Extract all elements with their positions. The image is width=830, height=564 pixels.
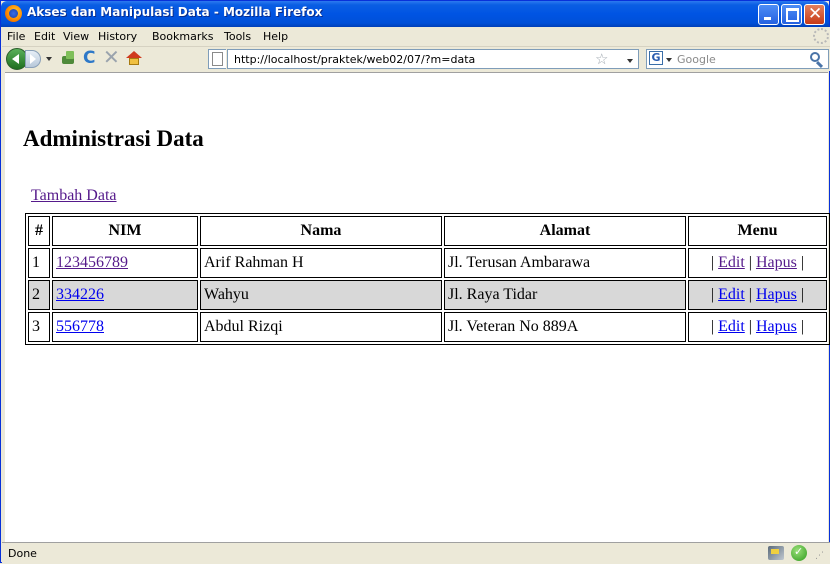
edit-link[interactable]: Edit [718, 318, 745, 335]
edit-link[interactable]: Edit [718, 286, 745, 303]
maximize-button[interactable] [781, 4, 802, 25]
delete-link[interactable]: Hapus [756, 254, 797, 271]
throbber-icon [813, 28, 829, 44]
home-icon[interactable] [126, 51, 142, 65]
table-header-row: # NIM Nama Alamat Menu [28, 216, 827, 246]
nim-link[interactable]: 334226 [56, 286, 104, 303]
row-number: 2 [28, 280, 50, 310]
nama-cell: Abdul Rizqi [200, 312, 442, 342]
menu-bar: File Edit View History Bookmarks Tools H… [2, 27, 830, 47]
google-icon[interactable]: G [649, 51, 663, 65]
browser-window: Akses dan Manipulasi Data - Mozilla Fire… [0, 0, 830, 564]
separator: | [748, 254, 752, 271]
separator: | [748, 286, 752, 303]
col-header-menu: Menu [688, 216, 827, 246]
search-engine-dropdown-icon[interactable] [666, 58, 672, 62]
nim-link[interactable]: 556778 [56, 318, 104, 335]
page-icon [212, 52, 223, 66]
window-title: Akses dan Manipulasi Data - Mozilla Fire… [27, 5, 323, 19]
magnifier-icon[interactable] [810, 52, 820, 62]
nim-cell: 123456789 [52, 248, 198, 278]
site-identity[interactable] [208, 49, 226, 69]
separator: | [710, 254, 715, 271]
addon-icon[interactable] [768, 546, 784, 560]
menu-tools[interactable]: Tools [224, 30, 251, 43]
navigation-toolbar: C ✕ http://localhost/praktek/web02/07/?m… [2, 47, 830, 71]
edit-link[interactable]: Edit [718, 254, 745, 271]
menu-file[interactable]: File [7, 30, 25, 43]
menu-cell: | Edit | Hapus | [688, 248, 827, 278]
menu-cell: | Edit | Hapus | [688, 280, 827, 310]
close-button[interactable]: ✕ [804, 4, 825, 25]
forward-button[interactable] [25, 50, 41, 68]
table-row: 1 123456789 Arif Rahman H Jl. Terusan Am… [28, 248, 827, 278]
add-data-link[interactable]: Tambah Data [31, 187, 117, 205]
col-header-alamat: Alamat [444, 216, 686, 246]
col-header-nama: Nama [200, 216, 442, 246]
page-content: Administrasi Data Tambah Data # NIM Nama… [5, 72, 830, 543]
search-placeholder[interactable]: Google [677, 53, 716, 66]
firefox-icon [5, 5, 22, 22]
history-dropdown-icon[interactable] [46, 57, 52, 61]
delete-link[interactable]: Hapus [756, 286, 797, 303]
menu-history[interactable]: History [98, 30, 137, 43]
separator: | [800, 254, 805, 271]
col-header-number: # [28, 216, 50, 246]
star-icon[interactable]: ☆ [595, 50, 608, 68]
url-text[interactable]: http://localhost/praktek/web02/07/?m=dat… [234, 53, 475, 66]
nama-cell: Wahyu [200, 280, 442, 310]
nama-cell: Arif Rahman H [200, 248, 442, 278]
alamat-cell: Jl. Terusan Ambarawa [444, 248, 686, 278]
col-header-nim: NIM [52, 216, 198, 246]
menu-view[interactable]: View [63, 30, 89, 43]
alamat-cell: Jl. Veteran No 889A [444, 312, 686, 342]
alamat-cell: Jl. Raya Tidar [444, 280, 686, 310]
title-bar[interactable]: Akses dan Manipulasi Data - Mozilla Fire… [1, 1, 829, 27]
separator: | [748, 318, 752, 335]
separator: | [710, 286, 715, 303]
row-number: 1 [28, 248, 50, 278]
table-row: 3 556778 Abdul Rizqi Jl. Veteran No 889A… [28, 312, 827, 342]
bookmark-icon[interactable] [62, 51, 76, 65]
close-icon: ✕ [808, 4, 823, 24]
url-field[interactable]: http://localhost/praktek/web02/07/?m=dat… [227, 49, 639, 69]
separator: | [710, 318, 715, 335]
menu-bookmarks[interactable]: Bookmarks [152, 30, 213, 43]
status-bar: Done ⋰ [2, 542, 830, 564]
menu-edit[interactable]: Edit [34, 30, 55, 43]
menu-help[interactable]: Help [263, 30, 288, 43]
check-icon[interactable] [791, 545, 807, 561]
separator: | [800, 318, 805, 335]
data-table: # NIM Nama Alamat Menu 1 123456789 Arif … [25, 213, 830, 345]
delete-link[interactable]: Hapus [756, 318, 797, 335]
stop-icon[interactable]: ✕ [103, 47, 120, 67]
resize-grip[interactable]: ⋰ [815, 551, 824, 561]
minimize-button[interactable] [758, 4, 779, 25]
nim-cell: 556778 [52, 312, 198, 342]
url-dropdown-icon[interactable] [627, 59, 633, 63]
status-text: Done [8, 547, 37, 560]
nim-cell: 334226 [52, 280, 198, 310]
table-row: 2 334226 Wahyu Jl. Raya Tidar | Edit | H… [28, 280, 827, 310]
menu-cell: | Edit | Hapus | [688, 312, 827, 342]
reload-icon[interactable]: C [83, 49, 95, 67]
nim-link[interactable]: 123456789 [56, 254, 128, 271]
row-number: 3 [28, 312, 50, 342]
page-title: Administrasi Data [23, 126, 204, 151]
separator: | [800, 286, 805, 303]
search-field[interactable]: G Google [646, 49, 829, 69]
